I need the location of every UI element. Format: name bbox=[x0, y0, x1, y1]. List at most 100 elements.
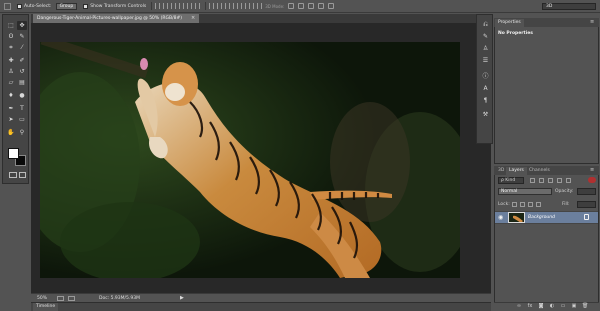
clone-source-icon[interactable]: ♙ bbox=[481, 45, 490, 53]
blur-icon[interactable]: ♦ bbox=[6, 91, 16, 100]
blend-mode-dropdown[interactable]: Normal bbox=[498, 188, 552, 195]
zoom-level-field[interactable]: 50% bbox=[37, 296, 53, 301]
move-icon[interactable]: ✥ bbox=[17, 21, 27, 30]
lock-transparency-icon[interactable] bbox=[512, 202, 517, 207]
opacity-label: Opacity: bbox=[555, 189, 574, 194]
lock-all-icon[interactable] bbox=[536, 202, 541, 207]
fill-label: Fill: bbox=[562, 202, 570, 207]
visibility-eye-icon[interactable]: ◉ bbox=[498, 214, 505, 221]
adjustment-layer-icon[interactable]: ◐ bbox=[549, 304, 555, 309]
screen-mode-icon[interactable] bbox=[19, 172, 26, 178]
crop-icon[interactable]: ⌗ bbox=[6, 43, 16, 52]
brush-panel-icon[interactable]: ✎ bbox=[481, 33, 490, 41]
filter-pixel-icon[interactable] bbox=[530, 178, 535, 183]
distribute-top-icon[interactable] bbox=[209, 3, 215, 9]
3d-rotate-icon[interactable] bbox=[288, 3, 295, 9]
clone-stamp-icon[interactable]: ♙ bbox=[6, 67, 16, 76]
filter-adjustment-icon[interactable] bbox=[539, 178, 544, 183]
align-top-icon[interactable] bbox=[155, 3, 161, 9]
new-layer-icon[interactable]: ▣ bbox=[571, 304, 577, 309]
layer-name[interactable]: Background bbox=[528, 215, 555, 220]
3d-pan-icon[interactable] bbox=[308, 3, 315, 9]
distribute-left-icon[interactable] bbox=[233, 3, 239, 9]
opacity-field[interactable] bbox=[577, 188, 596, 195]
brush-icon[interactable]: ✐ bbox=[17, 56, 27, 65]
document-tab[interactable]: Dangerous-Tiger-Animal-Pictures-wallpape… bbox=[33, 14, 199, 23]
auto-align-icon[interactable] bbox=[257, 3, 263, 9]
rectangle-icon[interactable]: ▭ bbox=[17, 115, 27, 124]
3d-roll-icon[interactable] bbox=[298, 3, 305, 9]
properties-menu-icon[interactable]: ≡ bbox=[590, 19, 594, 25]
distribute-vcenter-icon[interactable] bbox=[217, 3, 223, 9]
tiger-image-canvas[interactable] bbox=[40, 42, 460, 278]
timeline-tab[interactable]: Timeline bbox=[33, 303, 59, 311]
gradient-icon[interactable]: ▤ bbox=[17, 78, 27, 87]
lock-pixels-icon[interactable] bbox=[520, 202, 525, 207]
lock-position-icon[interactable] bbox=[528, 202, 533, 207]
tools-panel: ⬚ ✥ ʘ ✎ ⌗ ⁄ ✚ ✐ ♙ ↺ ▱ ▤ ♦ ● ✒ T ➤ ▭ ✋ ⚲ bbox=[2, 14, 29, 184]
delete-layer-icon[interactable]: 🗑 bbox=[582, 304, 588, 309]
3d-slide-icon[interactable] bbox=[318, 3, 325, 9]
close-tab-icon[interactable]: × bbox=[191, 14, 197, 23]
align-left-icon[interactable] bbox=[179, 3, 185, 9]
tab-layers[interactable]: Layers bbox=[506, 167, 527, 175]
fill-field[interactable] bbox=[577, 201, 596, 208]
paragraph-panel-icon[interactable]: ¶ bbox=[481, 97, 490, 105]
status-view-icon[interactable] bbox=[68, 295, 75, 301]
properties-panel bbox=[494, 18, 599, 164]
tool-presets-icon[interactable]: ⚒ bbox=[481, 111, 490, 119]
dodge-icon[interactable]: ● bbox=[17, 91, 27, 100]
align-right-icon[interactable] bbox=[195, 3, 201, 9]
3d-scale-icon[interactable] bbox=[328, 3, 335, 9]
status-bar: 50% Doc: 5.93M/5.93M ▶ bbox=[31, 293, 491, 302]
path-select-icon[interactable]: ➤ bbox=[6, 115, 16, 124]
marquee-icon[interactable]: ⬚ bbox=[6, 21, 16, 30]
status-info-icon[interactable] bbox=[57, 295, 64, 301]
info-panel-icon[interactable]: ⓘ bbox=[481, 73, 490, 81]
history-brush-icon[interactable]: ↺ bbox=[17, 67, 27, 76]
divider bbox=[205, 2, 207, 10]
distribute-right-icon[interactable] bbox=[249, 3, 255, 9]
healing-brush-icon[interactable]: ✚ bbox=[6, 56, 16, 65]
align-vcenter-icon[interactable] bbox=[163, 3, 169, 9]
tab-channels[interactable]: Channels bbox=[526, 167, 553, 175]
auto-select-checkbox[interactable] bbox=[17, 3, 22, 9]
adjustments-icon[interactable]: ☰ bbox=[481, 57, 490, 65]
tab-properties[interactable]: Properties bbox=[495, 19, 524, 27]
filter-toggle[interactable] bbox=[588, 177, 596, 183]
filter-smart-object-icon[interactable] bbox=[566, 178, 571, 183]
align-bottom-icon[interactable] bbox=[171, 3, 177, 9]
layers-menu-icon[interactable]: ≡ bbox=[590, 167, 594, 173]
distribute-hcenter-icon[interactable] bbox=[241, 3, 247, 9]
foreground-color-swatch[interactable] bbox=[8, 148, 19, 159]
zoom-icon[interactable]: ⚲ bbox=[17, 128, 27, 137]
lasso-icon[interactable]: ʘ bbox=[6, 32, 16, 41]
eyedropper-icon[interactable]: ⁄ bbox=[17, 43, 27, 52]
layer-filter-dropdown[interactable]: ρ Kind bbox=[498, 177, 524, 184]
character-panel-icon[interactable]: A bbox=[481, 85, 490, 93]
type-icon[interactable]: T bbox=[17, 104, 27, 113]
workspace-dropdown[interactable]: 3D bbox=[542, 3, 596, 10]
timeline-panel bbox=[31, 302, 491, 311]
auto-select-dropdown[interactable]: Group bbox=[55, 2, 78, 10]
new-group-icon[interactable]: ▭ bbox=[560, 304, 566, 309]
pen-icon[interactable]: ✒ bbox=[6, 104, 16, 113]
align-hcenter-icon[interactable] bbox=[187, 3, 193, 9]
hand-icon[interactable]: ✋ bbox=[6, 128, 16, 137]
transform-controls-checkbox[interactable] bbox=[83, 3, 89, 9]
link-layers-icon[interactable]: ∞ bbox=[516, 304, 522, 309]
filter-shape-icon[interactable] bbox=[557, 178, 562, 183]
history-panel-icon[interactable]: ⎌ bbox=[481, 21, 490, 29]
quick-select-icon[interactable]: ✎ bbox=[17, 32, 27, 41]
eraser-icon[interactable]: ▱ bbox=[6, 78, 16, 87]
quick-mask-icon[interactable] bbox=[9, 172, 17, 178]
add-mask-icon[interactable]: ◙ bbox=[538, 304, 544, 309]
filter-type-icon[interactable] bbox=[548, 178, 553, 183]
layer-style-icon[interactable]: fx bbox=[527, 304, 533, 309]
lock-label: Lock: bbox=[498, 202, 510, 207]
distribute-bottom-icon[interactable] bbox=[225, 3, 231, 9]
transform-controls-label: Show Transform Controls bbox=[90, 3, 147, 9]
layer-thumbnail bbox=[508, 212, 525, 223]
status-menu-arrow-icon[interactable]: ▶ bbox=[180, 295, 184, 301]
move-tool-preset-icon[interactable] bbox=[4, 2, 11, 10]
